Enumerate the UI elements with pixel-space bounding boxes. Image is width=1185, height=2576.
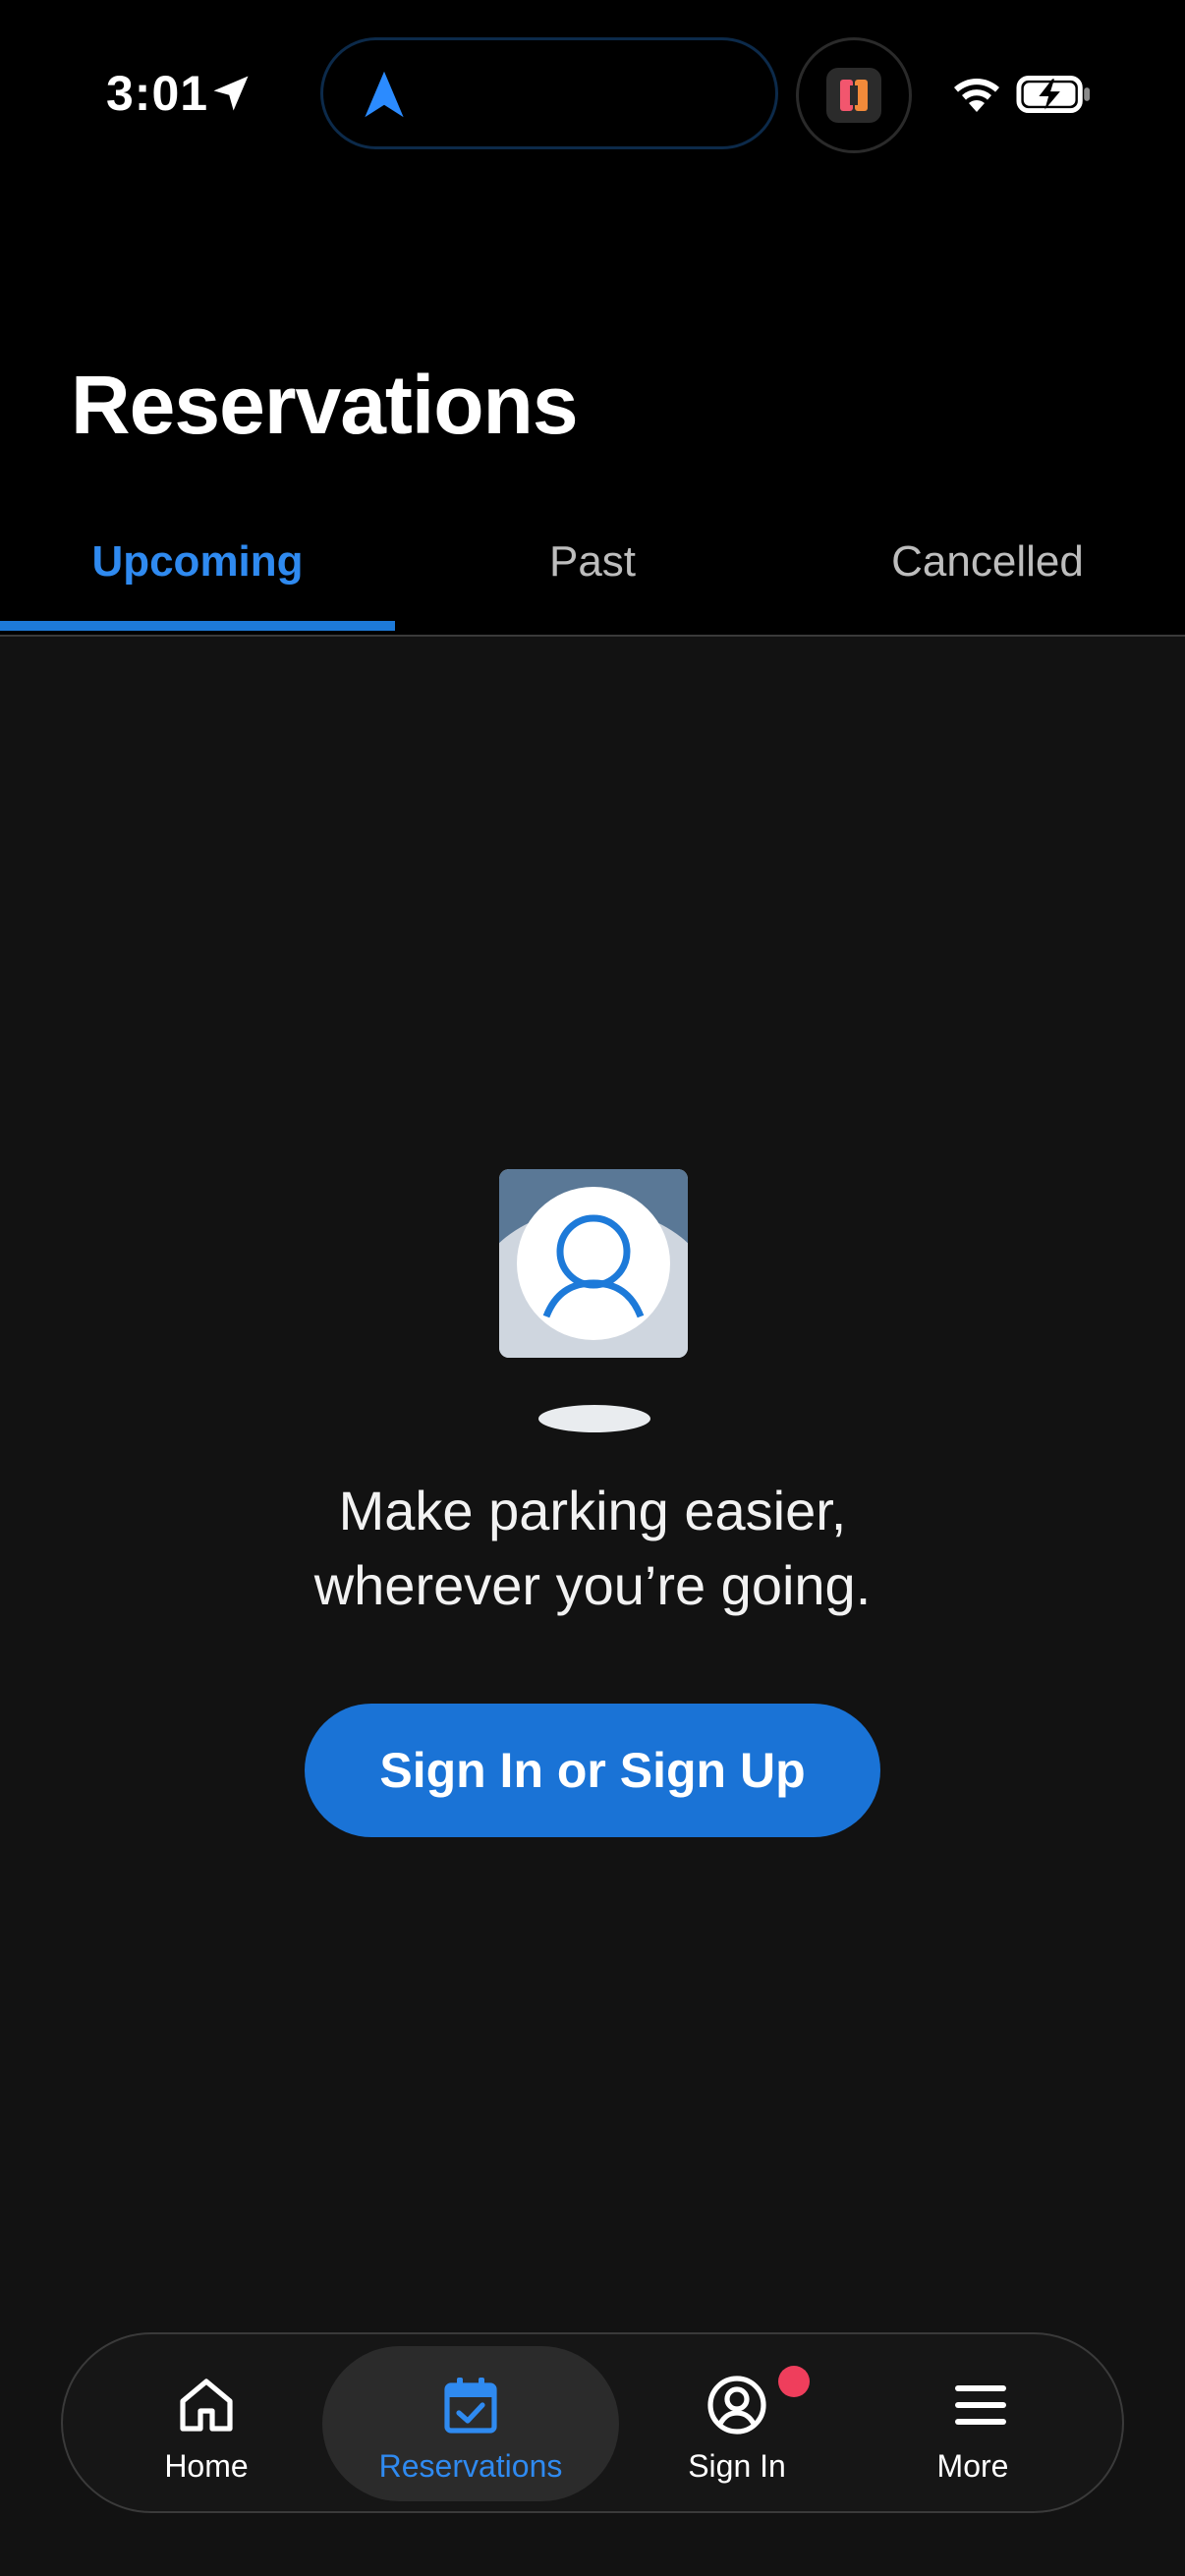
empty-state-line-1: Make parking easier, [338,1480,847,1541]
nav-reservations[interactable]: Reservations [322,2334,619,2511]
tab-cancelled[interactable]: Cancelled [790,531,1185,635]
battery-charging-icon [1016,75,1091,114]
illustration-shadow [538,1405,650,1432]
nav-home[interactable]: Home [88,2334,324,2511]
bottom-navigation: Home Reservations Sign In More [61,2332,1124,2513]
user-circle-icon [707,2376,766,2435]
user-avatar-icon [517,1187,670,1340]
menu-icon [955,2385,1006,2425]
page-title: Reservations [71,359,579,451]
tab-upcoming[interactable]: Upcoming [0,531,395,635]
empty-state-line-2: wherever you’re going. [313,1554,872,1616]
navigation-arrow-icon [365,71,404,118]
nav-sign-in-label: Sign In [688,2448,786,2484]
status-time: 3:01 [106,66,209,121]
nav-sign-in[interactable]: Sign In [619,2334,855,2511]
tab-past[interactable]: Past [395,531,790,635]
dynamic-island[interactable] [320,37,778,149]
home-icon [180,2379,233,2432]
active-tab-indicator [0,621,395,631]
nav-home-label: Home [164,2448,249,2484]
nav-more-label: More [936,2448,1009,2484]
nav-reservations-label: Reservations [378,2448,563,2484]
notification-badge [778,2366,810,2397]
sign-in-sign-up-button[interactable]: Sign In or Sign Up [305,1704,880,1837]
calendar-check-icon [444,2378,497,2434]
live-activity-app-icon[interactable] [796,37,912,153]
empty-state-message: Make parking easier, wherever you’re goi… [199,1474,986,1623]
wifi-icon [954,79,999,112]
app-activity-icon [826,68,881,123]
location-arrow-icon [213,76,249,111]
nav-more[interactable]: More [855,2334,1091,2511]
